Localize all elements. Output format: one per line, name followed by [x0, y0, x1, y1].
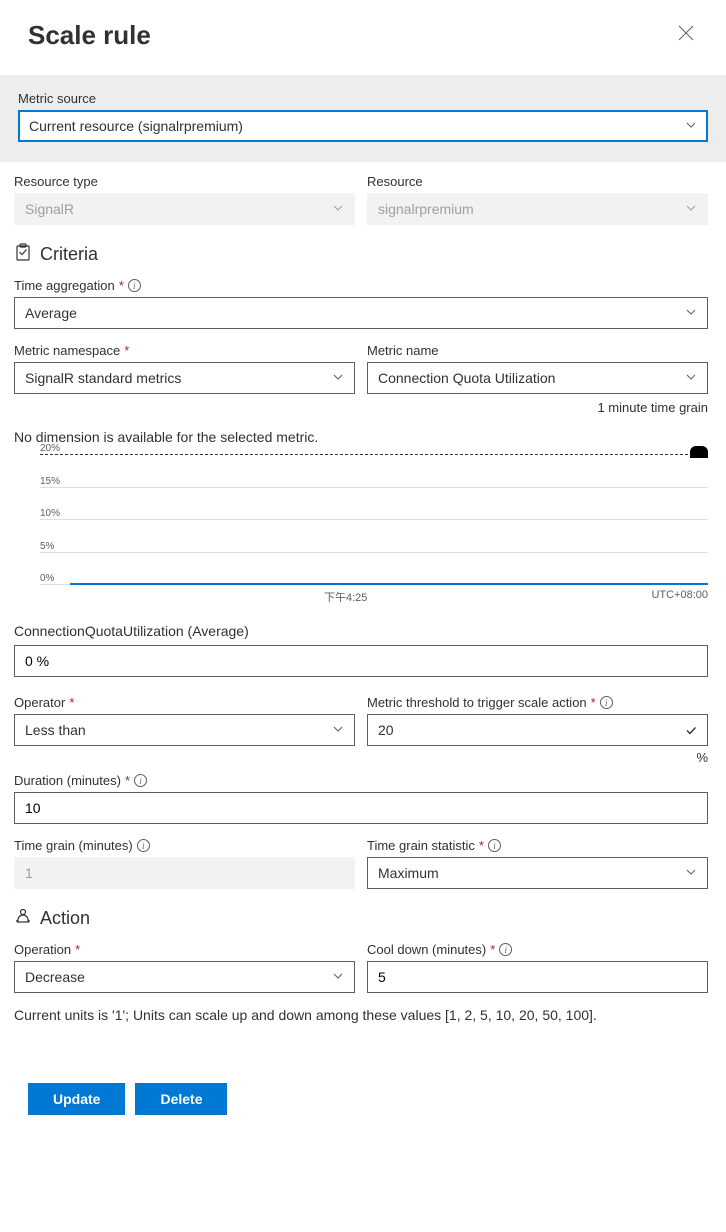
metric-source-select[interactable]: Current resource (signalrpremium) — [18, 110, 708, 142]
chevron-down-icon — [685, 119, 697, 134]
operation-select[interactable]: Decrease — [14, 961, 355, 993]
panel-title: Scale rule — [28, 20, 151, 51]
chevron-down-icon — [685, 371, 697, 386]
resource-label: Resource — [367, 174, 708, 189]
time-grain-note: 1 minute time grain — [14, 400, 708, 415]
ytick-label: 15% — [40, 476, 60, 487]
close-button[interactable] — [674, 21, 698, 50]
ytick-label: 10% — [40, 508, 60, 519]
metric-name-select[interactable]: Connection Quota Utilization — [367, 362, 708, 394]
action-heading: Action — [40, 908, 90, 929]
metric-namespace-label: Metric namespace — [14, 343, 120, 358]
legend-value-input[interactable] — [14, 645, 708, 677]
ytick-label: 5% — [40, 541, 54, 552]
metric-name-label: Metric name — [367, 343, 708, 358]
threshold-unit: % — [367, 750, 708, 765]
chevron-down-icon — [332, 202, 344, 217]
cooldown-label: Cool down (minutes) — [367, 942, 486, 957]
chevron-down-icon — [685, 202, 697, 217]
units-note: Current units is '1'; Units can scale up… — [14, 1007, 708, 1023]
info-icon[interactable]: i — [499, 943, 512, 956]
time-aggregation-select[interactable]: Average — [14, 297, 708, 329]
check-icon — [685, 724, 697, 739]
chevron-down-icon — [685, 866, 697, 881]
resource-type-label: Resource type — [14, 174, 355, 189]
resource-type-value: SignalR — [25, 201, 74, 217]
resource-type-select: SignalR — [14, 193, 355, 225]
time-grain-stat-select[interactable]: Maximum — [367, 857, 708, 889]
time-grain-stat-value: Maximum — [378, 865, 439, 881]
cooldown-input[interactable] — [367, 961, 708, 993]
metric-namespace-value: SignalR standard metrics — [25, 370, 181, 386]
operation-label: Operation — [14, 942, 71, 957]
operator-value: Less than — [25, 722, 86, 738]
chart-legend: ConnectionQuotaUtilization (Average) — [14, 623, 708, 639]
chevron-down-icon — [332, 970, 344, 985]
duration-input[interactable] — [14, 792, 708, 824]
update-button[interactable]: Update — [28, 1083, 125, 1115]
info-icon[interactable]: i — [134, 774, 147, 787]
close-icon — [678, 25, 694, 41]
operation-value: Decrease — [25, 969, 85, 985]
operator-label: Operator — [14, 695, 65, 710]
threshold-label: Metric threshold to trigger scale action — [367, 695, 587, 710]
time-grain-input — [14, 857, 355, 889]
metric-source-value: Current resource (signalrpremium) — [29, 118, 243, 134]
chart-series-line — [70, 583, 708, 585]
time-grain-stat-label: Time grain statistic — [367, 838, 475, 853]
info-icon[interactable]: i — [600, 696, 613, 709]
ytick-label: 0% — [40, 573, 54, 584]
tz-label: UTC+08:00 — [651, 589, 708, 605]
duration-label: Duration (minutes) — [14, 773, 121, 788]
no-dimension-note: No dimension is available for the select… — [14, 429, 708, 445]
action-icon — [14, 907, 32, 930]
info-icon[interactable]: i — [137, 839, 150, 852]
info-icon[interactable]: i — [488, 839, 501, 852]
x-center-label: 下午4:25 — [40, 589, 651, 605]
operator-select[interactable]: Less than — [14, 714, 355, 746]
criteria-heading: Criteria — [40, 244, 98, 265]
chevron-down-icon — [332, 371, 344, 386]
threshold-value: 20 — [378, 722, 394, 738]
time-aggregation-value: Average — [25, 305, 77, 321]
clipboard-icon — [14, 243, 32, 266]
resource-select: signalrpremium — [367, 193, 708, 225]
resource-value: signalrpremium — [378, 201, 474, 217]
metric-source-label: Metric source — [18, 91, 708, 106]
ytick-label: 20% — [40, 443, 60, 454]
chevron-down-icon — [685, 306, 697, 321]
threshold-input[interactable]: 20 — [367, 714, 708, 746]
info-icon[interactable]: i — [128, 279, 141, 292]
metric-namespace-select[interactable]: SignalR standard metrics — [14, 362, 355, 394]
chart-data-marker — [690, 446, 708, 458]
metric-chart: 20% 15% 10% 5% 0% 下午4:25 UTC+08:00 — [14, 455, 708, 615]
delete-button[interactable]: Delete — [135, 1083, 227, 1115]
time-aggregation-label: Time aggregation — [14, 278, 115, 293]
time-grain-label: Time grain (minutes) — [14, 838, 133, 853]
metric-name-value: Connection Quota Utilization — [378, 370, 555, 386]
chevron-down-icon — [332, 723, 344, 738]
